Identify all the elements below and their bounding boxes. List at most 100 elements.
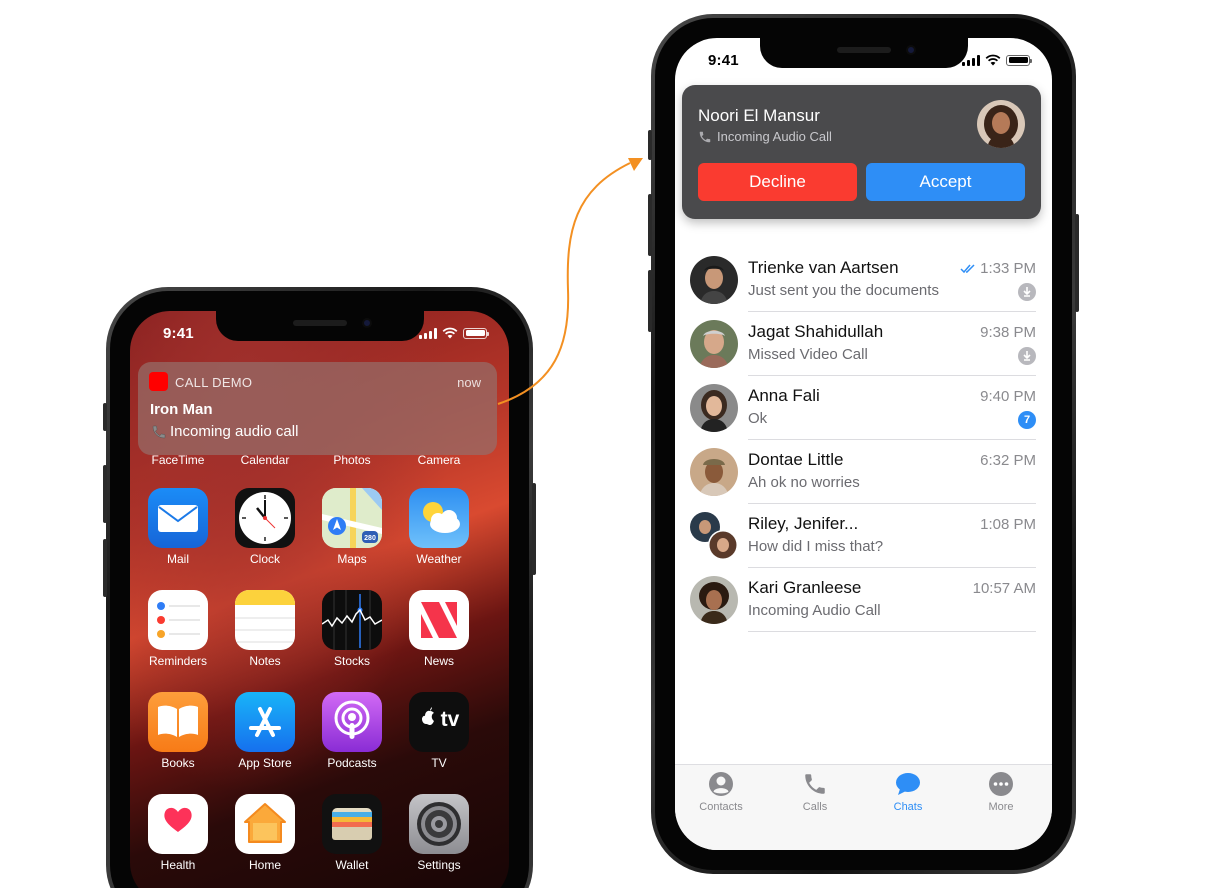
- call-subtitle-row: Incoming Audio Call: [698, 129, 832, 144]
- last-message: Just sent you the documents: [748, 282, 939, 299]
- tab-contacts[interactable]: Contacts: [681, 771, 761, 813]
- app-label: Podcasts: [327, 756, 377, 770]
- last-message: Missed Video Call: [748, 346, 868, 363]
- app-books[interactable]: Books: [138, 692, 218, 770]
- tab-label: More: [988, 801, 1014, 813]
- app-photos[interactable]: Photos: [312, 453, 392, 467]
- app-stocks[interactable]: Stocks: [312, 590, 392, 668]
- notification-app-name: CALL DEMO: [175, 375, 253, 390]
- notification-title: Iron Man: [150, 401, 213, 418]
- app-camera[interactable]: Camera: [399, 453, 479, 467]
- app-label: Home: [248, 858, 281, 872]
- tv-icon: tv: [409, 692, 469, 752]
- app-label: Health: [160, 858, 196, 872]
- app-label: Notes: [249, 654, 281, 668]
- call-demo-app-icon: [149, 372, 168, 391]
- chat-app-phone: 9:41 Noori El Mansur Incoming Audio Call…: [648, 14, 1079, 874]
- contact-name: Kari Granleese: [748, 578, 862, 597]
- app-home[interactable]: Home: [225, 794, 305, 872]
- podcasts-icon: [322, 692, 382, 752]
- notification-body-row: Incoming audio call: [150, 423, 298, 440]
- wallet-icon: [322, 794, 382, 854]
- app-app-store[interactable]: App Store: [225, 692, 305, 770]
- tab-calls[interactable]: Calls: [775, 771, 855, 813]
- app-mail[interactable]: Mail: [138, 488, 218, 566]
- signal-icon: [419, 327, 437, 339]
- pin-icon: [1018, 347, 1036, 365]
- contact-name: Trienke van Aartsen: [748, 258, 899, 277]
- app-notes[interactable]: Notes: [225, 590, 305, 668]
- home-screen: 9:41 CALL DEMO now Iron Man Incoming aud…: [130, 311, 509, 888]
- app-maps[interactable]: 280 Maps: [312, 488, 392, 566]
- clock-icon: [235, 488, 295, 548]
- tab-bar: Contacts Calls Chats More: [675, 764, 1052, 850]
- app-wallet[interactable]: Wallet: [312, 794, 392, 872]
- app-label: News: [423, 654, 454, 668]
- app-label: Stocks: [333, 654, 370, 668]
- app-reminders[interactable]: Reminders: [138, 590, 218, 668]
- chat-row[interactable]: Riley, Jenifer... How did I miss that? 1…: [675, 504, 1052, 568]
- phone-icon: [152, 425, 166, 438]
- tab-more[interactable]: More: [961, 771, 1041, 813]
- notification-body: Incoming audio call: [170, 423, 299, 440]
- app-label: Books: [161, 756, 195, 770]
- last-message: Incoming Audio Call: [748, 602, 881, 619]
- battery-icon: [463, 327, 489, 339]
- tab-label: Chats: [893, 801, 923, 813]
- app-clock[interactable]: Clock: [225, 488, 305, 566]
- chat-row[interactable]: Jagat Shahidullah Missed Video Call 9:38…: [675, 312, 1052, 376]
- caller-name: Noori El Mansur: [698, 106, 820, 125]
- maps-icon: 280: [322, 488, 382, 548]
- maps-shield-text: 280: [364, 535, 376, 542]
- message-time: 9:38 PM: [980, 324, 1036, 341]
- stocks-icon: [322, 590, 382, 650]
- incoming-call-banner: Noori El Mansur Incoming Audio Call Decl…: [682, 85, 1041, 219]
- tab-chats[interactable]: Chats: [868, 771, 948, 813]
- chat-list: Trienke van Aartsen Just sent you the do…: [675, 248, 1052, 632]
- app-label: TV: [431, 756, 447, 770]
- incoming-call-notification[interactable]: CALL DEMO now Iron Man Incoming audio ca…: [138, 362, 497, 455]
- phone-icon: [699, 131, 711, 142]
- chat-row[interactable]: Anna Fali Ok 9:40 PM 7: [675, 376, 1052, 440]
- home-screen-phone: 9:41 CALL DEMO now Iron Man Incoming aud…: [103, 287, 536, 888]
- notification-time: now: [457, 375, 481, 390]
- app-label: Wallet: [335, 858, 369, 872]
- decline-button[interactable]: Decline: [698, 163, 857, 201]
- chat-row[interactable]: Kari Granleese Incoming Audio Call 10:57…: [675, 568, 1052, 632]
- chat-row[interactable]: Dontae Little Ah ok no worries 6:32 PM: [675, 440, 1052, 504]
- accept-button[interactable]: Accept: [866, 163, 1025, 201]
- mail-icon: [148, 488, 208, 548]
- app-calendar[interactable]: Calendar: [225, 453, 305, 467]
- tv-text: tv: [441, 708, 460, 731]
- more-icon: [988, 771, 1014, 797]
- wifi-icon: [442, 327, 458, 339]
- unread-count-badge: 7: [1018, 411, 1036, 429]
- message-time: 1:33 PM: [980, 260, 1036, 277]
- pin-icon: [1018, 283, 1036, 301]
- battery-icon: [1006, 54, 1032, 66]
- app-facetime[interactable]: FaceTime: [138, 453, 218, 467]
- chat-row[interactable]: Trienke van Aartsen Just sent you the do…: [675, 248, 1052, 312]
- app-news[interactable]: News: [399, 590, 479, 668]
- settings-icon: [409, 794, 469, 854]
- news-icon: [409, 590, 469, 650]
- status-time: 9:41: [708, 52, 739, 69]
- message-time: 9:40 PM: [980, 388, 1036, 405]
- message-time: 1:08 PM: [980, 516, 1036, 533]
- app-health[interactable]: Health: [138, 794, 218, 872]
- message-time-row: 1:33 PM: [960, 260, 1036, 277]
- avatar: [690, 320, 738, 368]
- tab-label: Calls: [802, 801, 828, 813]
- contact-name: Anna Fali: [748, 386, 820, 405]
- app-settings[interactable]: Settings: [399, 794, 479, 872]
- app-podcasts[interactable]: Podcasts: [312, 692, 392, 770]
- wifi-icon: [985, 54, 1001, 66]
- app-store-icon: [235, 692, 295, 752]
- message-time: 6:32 PM: [980, 452, 1036, 469]
- app-weather[interactable]: Weather: [399, 488, 479, 566]
- app-tv[interactable]: tv TV: [399, 692, 479, 770]
- last-message: Ah ok no worries: [748, 474, 860, 491]
- avatar: [690, 576, 738, 624]
- contact-name: Jagat Shahidullah: [748, 322, 884, 341]
- app-label: Maps: [337, 552, 367, 566]
